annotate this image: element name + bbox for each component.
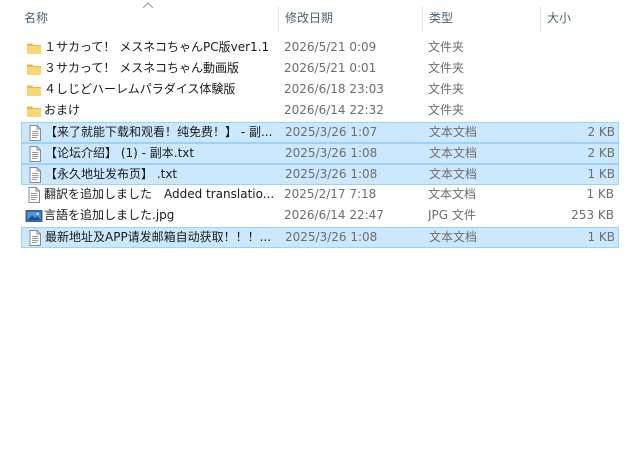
file-name[interactable]: 言語を追加しました.jpg	[44, 206, 276, 225]
file-row[interactable]: 翻訳を追加しました Added translatio... 2025/2/17 7…	[21, 185, 619, 206]
column-header-date-label: 修改日期	[285, 11, 334, 25]
file-size	[541, 101, 614, 120]
file-row[interactable]: ４しじどハーレムパラダイス体験版 2026/6/18 23:03 文件夹	[21, 80, 619, 101]
file-size: 2 KB	[587, 146, 615, 160]
file-modified-date: 2026/6/18 23:03	[284, 82, 384, 96]
file-name[interactable]: ４しじどハーレムパラダイス体験版	[44, 80, 276, 99]
folder-icon	[25, 60, 43, 78]
sort-ascending-icon	[142, 2, 154, 9]
file-size	[541, 59, 614, 78]
file-row[interactable]: 最新地址及APP请发邮箱自动获取！！！... 2025/3/26 1:08 文本文档…	[21, 227, 619, 248]
file-name[interactable]: 翻訳を追加しました Added translatio...	[44, 185, 276, 204]
folder-icon	[25, 81, 43, 99]
file-modified-date: 2025/3/26 1:08	[285, 230, 378, 244]
text-file-icon	[25, 186, 43, 204]
column-header-size-label: 大小	[547, 11, 572, 25]
file-size	[541, 38, 614, 57]
file-type: 文件夹	[428, 82, 465, 96]
column-header-size[interactable]: 大小	[541, 0, 628, 36]
file-type: JPG 文件	[428, 208, 476, 222]
file-name[interactable]: 【永久地址发布页】 .txt	[45, 165, 277, 184]
file-row[interactable]: 言語を追加しました.jpg 2026/6/14 22:47 JPG 文件 253 KB	[21, 206, 619, 227]
text-file-icon	[26, 145, 44, 163]
file-explorer: 名称 修改日期 类型 大小 １サカって！ メスネコちゃんPC版ver1.1 202…	[0, 0, 628, 476]
text-file-icon	[26, 229, 44, 247]
file-size: 1 KB	[586, 187, 614, 201]
text-file-icon	[26, 124, 44, 142]
file-size: 253 KB	[571, 208, 614, 222]
column-header-date[interactable]: 修改日期	[279, 0, 422, 36]
file-modified-date: 2026/6/14 22:47	[284, 208, 384, 222]
column-header-type[interactable]: 类型	[423, 0, 540, 36]
file-type: 文本文档	[429, 167, 478, 181]
file-modified-date: 2026/5/21 0:09	[284, 40, 377, 54]
file-size: 1 KB	[587, 167, 615, 181]
image-file-icon	[25, 207, 43, 225]
file-row[interactable]: ３サカって！ メスネコちゃん動画版 2026/5/21 0:01 文件夹	[21, 59, 619, 80]
file-size: 1 KB	[587, 230, 615, 244]
file-modified-date: 2025/3/26 1:08	[285, 146, 378, 160]
file-name[interactable]: ３サカって！ メスネコちゃん動画版	[44, 59, 276, 78]
file-row[interactable]: 【永久地址发布页】 .txt 2025/3/26 1:08 文本文档 1 KB	[21, 164, 619, 185]
column-header-type-label: 类型	[429, 11, 454, 25]
file-row[interactable]: 【来了就能下载和观看！纯免费！】 - 副... 2025/3/26 1:07 文本文…	[21, 122, 619, 143]
file-type: 文本文档	[429, 230, 478, 244]
file-modified-date: 2025/3/26 1:08	[285, 167, 378, 181]
file-row[interactable]: おまけ 2026/6/14 22:32 文件夹	[21, 101, 619, 122]
file-row[interactable]: 【论坛介绍】 (1) - 副本.txt 2025/3/26 1:08 文本文档 2 K…	[21, 143, 619, 164]
file-row[interactable]: １サカって！ メスネコちゃんPC版ver1.1 2026/5/21 0:09 文件夹	[21, 38, 619, 59]
text-file-icon	[26, 166, 44, 184]
file-size	[541, 80, 614, 99]
column-header-bar: 名称 修改日期 类型 大小	[0, 0, 628, 36]
file-type: 文件夹	[428, 61, 465, 75]
file-name[interactable]: １サカって！ メスネコちゃんPC版ver1.1	[44, 38, 276, 57]
file-type: 文件夹	[428, 40, 465, 54]
folder-icon	[25, 39, 43, 57]
file-name[interactable]: 【来了就能下载和观看！纯免费！】 - 副...	[45, 123, 277, 142]
file-modified-date: 2026/6/14 22:32	[284, 103, 384, 117]
column-header-name-label: 名称	[24, 11, 49, 25]
file-modified-date: 2025/3/26 1:07	[285, 125, 378, 139]
file-modified-date: 2025/2/17 7:18	[284, 187, 377, 201]
file-name[interactable]: 【论坛介绍】 (1) - 副本.txt	[45, 144, 277, 163]
file-name[interactable]: おまけ	[44, 101, 276, 120]
file-type: 文本文档	[429, 125, 478, 139]
file-type: 文本文档	[429, 146, 478, 160]
file-modified-date: 2026/5/21 0:01	[284, 61, 377, 75]
file-type: 文件夹	[428, 103, 465, 117]
folder-icon	[25, 102, 43, 120]
file-size: 2 KB	[587, 125, 615, 139]
file-name[interactable]: 最新地址及APP请发邮箱自动获取！！！...	[45, 228, 277, 247]
file-type: 文本文档	[428, 187, 477, 201]
